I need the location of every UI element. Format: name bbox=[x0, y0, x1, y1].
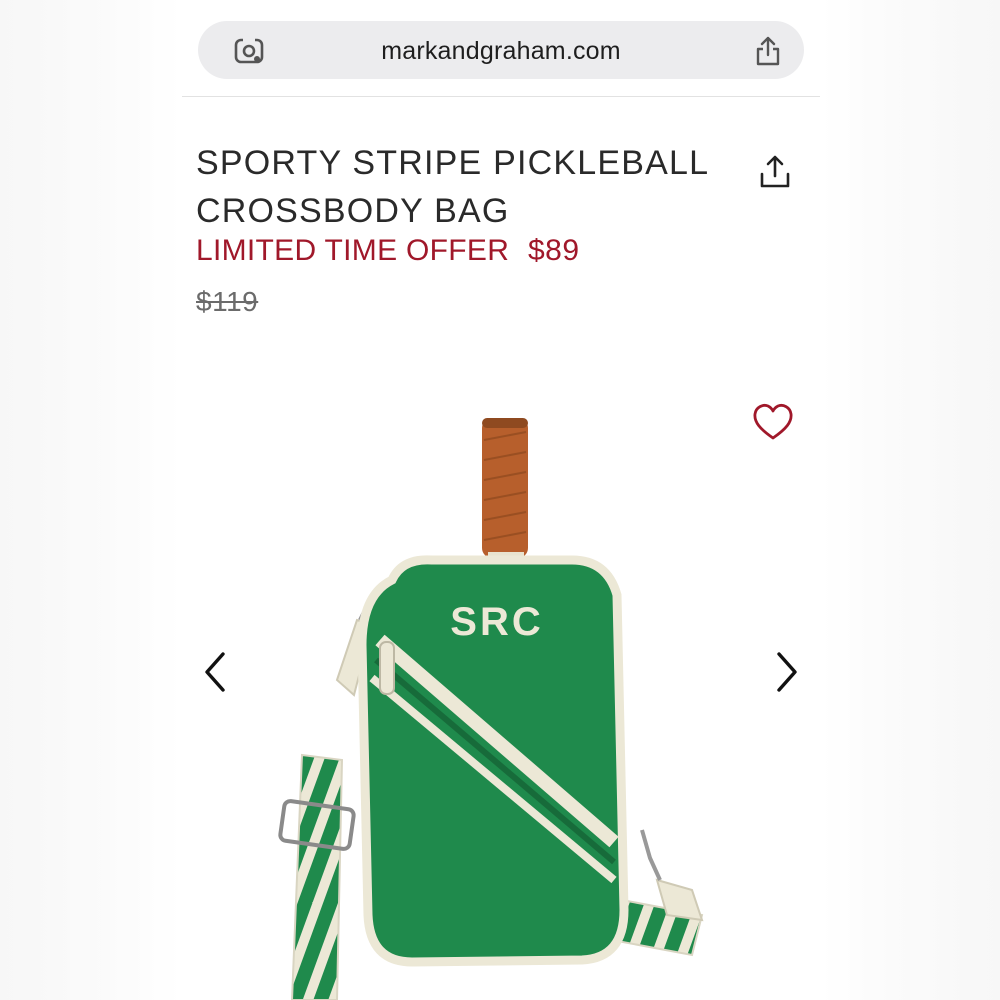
background-left bbox=[0, 0, 182, 1000]
share-icon[interactable] bbox=[754, 35, 782, 67]
bag-body: SRC bbox=[357, 555, 629, 967]
address-bar[interactable]: markandgraham.com bbox=[198, 21, 804, 79]
limited-offer-label: LIMITED TIME OFFER bbox=[196, 234, 510, 267]
chevron-left-icon[interactable] bbox=[202, 650, 228, 694]
share-icon[interactable] bbox=[758, 154, 792, 190]
product-title-line2: CROSSBODY BAG bbox=[196, 191, 510, 230]
heart-icon[interactable] bbox=[752, 402, 794, 442]
monogram-text: SRC bbox=[450, 600, 543, 644]
url-text[interactable]: markandgraham.com bbox=[198, 37, 804, 66]
phone-screen: markandgraham.com SPORTY STRIPE PICKLEBA… bbox=[182, 0, 820, 1000]
product-title-line1: SPORTY STRIPE PICKLEBALL bbox=[196, 143, 710, 182]
product-title: SPORTY STRIPE PICKLEBALL CROSSBODY BAG bbox=[196, 139, 716, 235]
background-right bbox=[820, 0, 1000, 1000]
sale-price: $89 bbox=[528, 234, 580, 267]
chevron-right-icon[interactable] bbox=[774, 650, 800, 694]
paddle-handle bbox=[482, 418, 528, 564]
original-price: $119 bbox=[196, 286, 259, 317]
divider bbox=[182, 96, 820, 97]
product-image: SRC bbox=[278, 418, 704, 1000]
